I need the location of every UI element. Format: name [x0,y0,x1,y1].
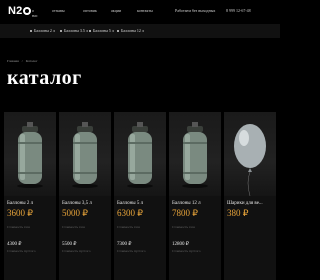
bullet-icon [30,29,32,32]
product-card-5l[interactable]: Баллоны 5 л 6300 ₽ Стоимость газа 7300 ₽… [114,112,166,280]
bullet-icon [89,29,91,32]
breadcrumb-home[interactable]: Главная [7,59,19,63]
product-name[interactable]: Баллоны 3,5 л [62,201,92,206]
price-label-secondary: Стоимость пустого [172,249,201,253]
subnav-label: Баллоны 2 л [34,28,55,33]
working-hours: Работаем без выходных [175,8,216,13]
product-price: 3600 ₽ [7,208,33,218]
breadcrumb-current: Каталог [25,59,38,63]
product-price-secondary: 5500 ₽ [62,242,77,247]
nav-item-contacts[interactable]: контакты [137,8,153,13]
product-price: 380 ₽ [227,208,249,218]
price-label-secondary: Стоимость пустого [62,249,91,253]
nav-item-about[interactable]: о нас [32,8,38,18]
logo[interactable]: N2 [8,5,32,17]
product-price: 7800 ₽ [172,208,198,218]
bullet-icon [60,29,62,32]
product-name[interactable]: Баллоны 12 л [172,201,201,206]
subnav-label: Баллоны 12 л [121,28,144,33]
price-label: Стоимость газа [62,225,85,229]
price-label: Стоимость газа [117,225,140,229]
category-subnav: Баллоны 2 л Баллоны 3.5 л Баллоны 5 л Ба… [0,24,280,38]
product-image [59,112,111,196]
site-header: N2 о нас отзывы оптовик акции контакты Р… [0,0,280,22]
product-image [224,112,276,196]
breadcrumb-separator: / [21,59,23,63]
price-label: Стоимость газа [7,225,30,229]
phone-link[interactable]: 8 999 12-67-48 [226,8,251,13]
product-image [114,112,166,196]
nav-item-wholesale[interactable]: оптовик [83,8,97,13]
gas-cylinder-icon [127,122,153,188]
product-image [169,112,221,196]
subnav-item-2l[interactable]: Баллоны 2 л [30,28,55,33]
product-card-2l[interactable]: Баллоны 2 л 3600 ₽ Стоимость газа 4300 ₽… [4,112,56,280]
gas-cylinder-icon [182,122,208,188]
subnav-item-12l[interactable]: Баллоны 12 л [117,28,144,33]
breadcrumb: Главная / Каталог [7,59,38,63]
product-card-balloons[interactable]: Шарики для ве... 380 ₽ [224,112,276,280]
subnav-item-3-5l[interactable]: Баллоны 3.5 л [60,28,88,33]
subnav-item-5l[interactable]: Баллоны 5 л [89,28,114,33]
subnav-label: Баллоны 3.5 л [64,28,88,33]
gas-cylinder-icon [72,122,98,188]
product-image [4,112,56,196]
product-price: 5000 ₽ [62,208,88,218]
price-label-secondary: Стоимость пустого [7,249,36,253]
nav-item-promotions[interactable]: акции [111,8,121,13]
gas-cylinder-icon [17,122,43,188]
product-name[interactable]: Шарики для ве... [227,201,263,206]
nav-item-reviews[interactable]: отзывы [52,8,65,13]
price-label: Стоимость газа [172,225,195,229]
product-price-secondary: 7300 ₽ [117,242,132,247]
product-price-secondary: 12800 ₽ [172,242,189,247]
product-price: 6300 ₽ [117,208,143,218]
bullet-icon [117,29,119,32]
balloon-icon [234,124,266,196]
product-price-secondary: 4300 ₽ [7,242,22,247]
logo-o-mark [23,7,32,15]
product-card-12l[interactable]: Баллоны 12 л 7800 ₽ Стоимость газа 12800… [169,112,221,280]
product-card-3-5l[interactable]: Баллоны 3,5 л 5000 ₽ Стоимость газа 5500… [59,112,111,280]
subnav-label: Баллоны 5 л [93,28,114,33]
product-name[interactable]: Баллоны 2 л [7,201,33,206]
price-label-secondary: Стоимость пустого [117,249,146,253]
page-title: каталог [7,67,82,89]
product-name[interactable]: Баллоны 5 л [117,201,143,206]
